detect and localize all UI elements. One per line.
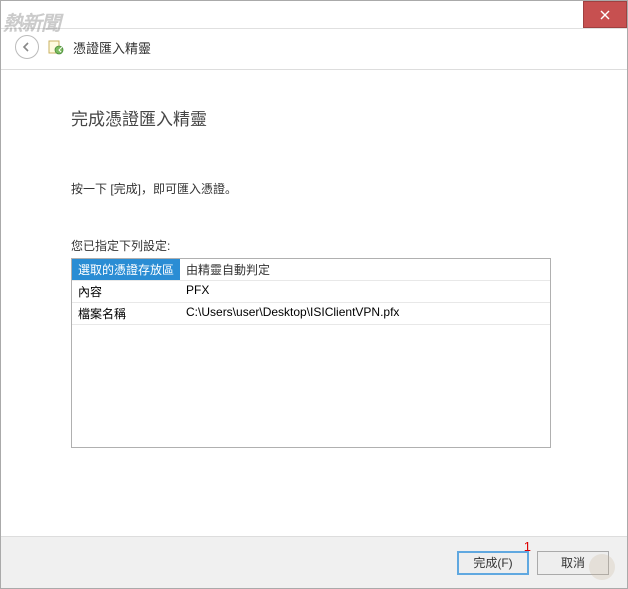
setting-label: 檔案名稱	[72, 303, 180, 325]
arrow-left-icon	[21, 41, 33, 53]
titlebar	[1, 1, 627, 29]
setting-value: PFX	[180, 281, 550, 303]
settings-listbox[interactable]: 選取的憑證存放區 由精靈自動判定 內容 PFX 檔案名稱 C:\Users\us…	[71, 258, 551, 448]
setting-value: 由精靈自動判定	[180, 259, 550, 281]
page-heading: 完成憑證匯入精靈	[71, 105, 567, 130]
table-row[interactable]: 檔案名稱 C:\Users\user\Desktop\ISIClientVPN.…	[72, 303, 550, 325]
setting-label: 內容	[72, 281, 180, 303]
certificate-wizard-icon	[47, 38, 65, 56]
cancel-button[interactable]: 取消	[537, 551, 609, 575]
setting-value: C:\Users\user\Desktop\ISIClientVPN.pfx	[180, 303, 550, 325]
setting-label: 選取的憑證存放區	[72, 259, 180, 281]
close-icon	[600, 10, 610, 20]
table-row[interactable]: 選取的憑證存放區 由精靈自動判定	[72, 259, 550, 281]
close-button[interactable]	[583, 1, 627, 28]
instruction-text: 按一下 [完成]，即可匯入憑證。	[71, 180, 567, 197]
back-button[interactable]	[15, 35, 39, 59]
table-row[interactable]: 內容 PFX	[72, 281, 550, 303]
wizard-window: 憑證匯入精靈 完成憑證匯入精靈 按一下 [完成]，即可匯入憑證。 您已指定下列設…	[0, 0, 628, 589]
wizard-footer: 1 完成(F) 取消	[1, 536, 627, 588]
wizard-title: 憑證匯入精靈	[73, 38, 151, 57]
settings-table: 選取的憑證存放區 由精靈自動判定 內容 PFX 檔案名稱 C:\Users\us…	[72, 259, 550, 325]
settings-label: 您已指定下列設定:	[71, 237, 567, 254]
finish-button[interactable]: 完成(F)	[457, 551, 529, 575]
wizard-header: 憑證匯入精靈	[1, 29, 627, 70]
wizard-content: 完成憑證匯入精靈 按一下 [完成]，即可匯入憑證。 您已指定下列設定: 選取的憑…	[1, 70, 627, 536]
